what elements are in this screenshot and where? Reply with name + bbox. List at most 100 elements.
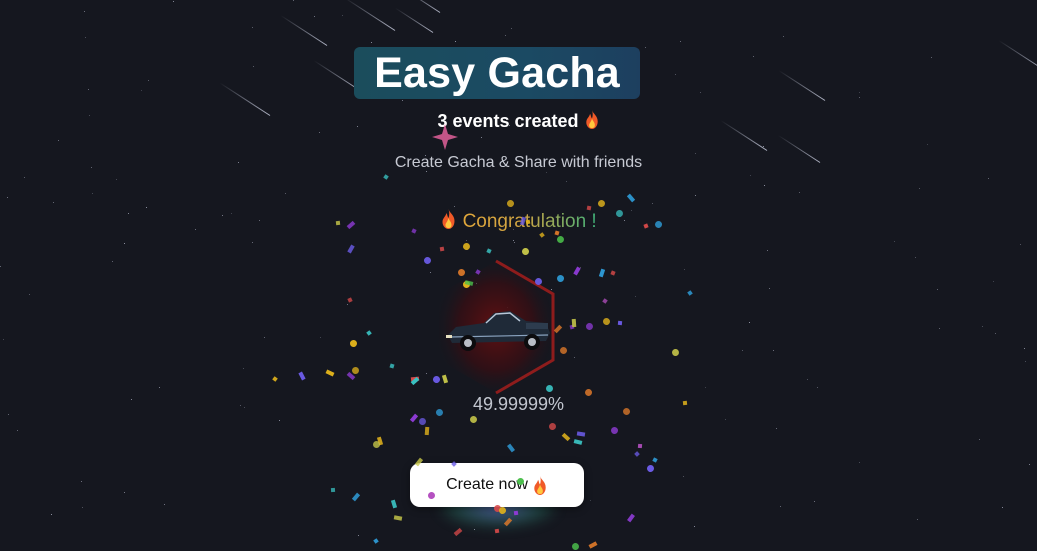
- confetti-piece: [601, 316, 612, 327]
- create-now-button[interactable]: Create now: [410, 463, 584, 507]
- confetti-piece: [347, 244, 355, 254]
- star-dot: [1025, 361, 1026, 362]
- confetti-piece: [389, 363, 395, 369]
- fire-icon: [442, 209, 455, 229]
- star-dot: [982, 326, 983, 327]
- star-dot: [1020, 244, 1021, 245]
- star-dot: [358, 535, 359, 536]
- confetti-piece: [439, 246, 445, 252]
- confetti-piece: [687, 290, 693, 296]
- confetti-piece: [350, 365, 361, 376]
- confetti-piece: [520, 246, 531, 257]
- star-dot: [574, 357, 575, 358]
- star-dot: [917, 519, 918, 520]
- prize-card: [426, 257, 566, 397]
- confetti-piece: [610, 426, 619, 435]
- confetti-piece: [351, 492, 361, 502]
- star-dot: [1029, 464, 1030, 465]
- star-dot: [347, 304, 348, 305]
- star-dot: [293, 0, 294, 1]
- star-dot: [580, 267, 581, 268]
- page-title: Easy Gacha: [374, 49, 620, 97]
- confetti-piece: [573, 266, 581, 276]
- star-dot: [124, 492, 125, 493]
- star-dot: [141, 90, 142, 91]
- star-dot: [505, 35, 506, 36]
- star-dot: [652, 203, 653, 204]
- confetti-piece: [505, 198, 516, 209]
- confetti-piece: [610, 270, 616, 276]
- confetti-piece: [272, 376, 278, 382]
- star-dot: [931, 57, 932, 58]
- star-dot: [88, 89, 89, 90]
- star-dot: [481, 137, 482, 138]
- confetti-piece: [373, 538, 379, 544]
- confetti-piece: [506, 443, 516, 453]
- confetti-piece: [418, 417, 427, 426]
- star-dot: [371, 42, 372, 43]
- confetti-piece: [547, 421, 558, 432]
- star-dot: [675, 74, 676, 75]
- star-dot: [684, 269, 685, 270]
- star-dot: [146, 207, 147, 208]
- congratulation-banner: Congratulation !: [0, 209, 1037, 233]
- star-dot: [148, 80, 149, 81]
- star-dot: [773, 350, 774, 351]
- meteor-streak: [394, 7, 434, 33]
- star-dot: [937, 289, 938, 290]
- star-dot: [264, 337, 265, 338]
- star-dot: [566, 181, 567, 182]
- confetti-piece: [598, 268, 606, 278]
- star-dot: [763, 146, 764, 147]
- star-dot: [695, 195, 696, 196]
- confetti-piece: [561, 432, 571, 442]
- confetti-piece: [569, 324, 575, 330]
- star-dot: [252, 27, 253, 28]
- star-dot: [82, 507, 83, 508]
- star-dot: [319, 132, 320, 133]
- star-dot: [252, 242, 253, 243]
- confetti-piece: [373, 441, 380, 448]
- confetti-piece: [539, 232, 545, 238]
- star-dot: [84, 11, 85, 12]
- confetti-piece: [486, 248, 492, 254]
- star-dot: [814, 501, 815, 502]
- star-dot: [320, 337, 321, 338]
- star-dot: [725, 419, 726, 420]
- star-dot: [705, 387, 706, 388]
- star-dot: [546, 172, 547, 173]
- star-dot: [993, 281, 994, 282]
- confetti-piece: [346, 371, 356, 381]
- confetti-piece: [645, 463, 656, 474]
- fire-icon: [534, 475, 546, 495]
- star-dot: [342, 15, 343, 16]
- confetti-piece: [652, 457, 658, 463]
- confetti-piece: [627, 513, 635, 523]
- star-dot: [700, 92, 701, 93]
- star-dot: [253, 66, 254, 67]
- probability-percent: 49.99999%: [472, 394, 565, 414]
- star-dot: [683, 476, 684, 477]
- confetti-piece: [410, 376, 420, 386]
- star-dot: [58, 140, 59, 141]
- star-dot: [817, 387, 818, 388]
- star-dot: [173, 1, 174, 2]
- star-dot: [3, 339, 4, 340]
- star-dot: [939, 328, 940, 329]
- star-dot: [590, 500, 591, 501]
- star-dot: [285, 193, 286, 194]
- confetti-piece: [376, 436, 384, 446]
- star-dot: [769, 288, 770, 289]
- confetti-piece: [424, 426, 430, 436]
- confetti-piece: [298, 371, 306, 381]
- create-now-label: Create now: [446, 476, 528, 493]
- star-dot: [402, 100, 403, 101]
- star-dot: [455, 41, 456, 42]
- confetti-piece: [325, 369, 335, 377]
- meteor-streak: [998, 40, 1037, 71]
- star-dot: [29, 294, 30, 295]
- meteor-streak: [778, 70, 826, 101]
- star-dot: [694, 526, 695, 527]
- star-dot: [92, 193, 93, 194]
- star-dot: [24, 177, 25, 178]
